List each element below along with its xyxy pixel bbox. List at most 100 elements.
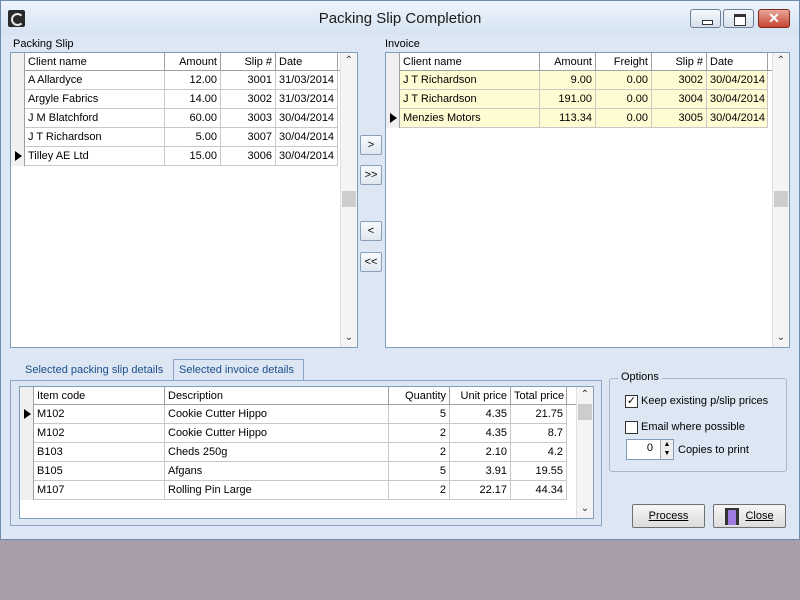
chevron-up-icon[interactable]: ▲ — [661, 440, 673, 449]
row-indicator[interactable] — [11, 90, 25, 109]
column-header[interactable]: Slip # — [221, 53, 276, 71]
current-row-arrow-icon[interactable] — [20, 405, 34, 424]
close-icon: ✕ — [768, 10, 780, 26]
table-cell: 3005 — [652, 109, 707, 128]
table-row[interactable]: B103 Cheds 250g 2 2.10 4.2 — [20, 443, 567, 462]
move-all-left-button[interactable]: << — [360, 252, 382, 272]
column-header[interactable]: Date — [276, 53, 338, 71]
row-indicator[interactable] — [386, 90, 400, 109]
row-indicator[interactable] — [20, 481, 34, 500]
row-indicator[interactable] — [20, 462, 34, 481]
table-cell: 2 — [389, 424, 450, 443]
current-row-arrow-icon[interactable] — [11, 147, 25, 166]
table-cell: 4.35 — [450, 424, 511, 443]
column-header[interactable]: Amount — [165, 53, 221, 71]
table-cell: Cookie Cutter Hippo — [165, 405, 389, 424]
table-row[interactable]: J T Richardson 9.00 0.00 3002 30/04/2014 — [386, 71, 768, 90]
table-row[interactable]: M102 Cookie Cutter Hippo 5 4.35 21.75 — [20, 405, 567, 424]
row-indicator[interactable] — [20, 424, 34, 443]
column-header[interactable]: Freight — [596, 53, 652, 71]
table-cell: 14.00 — [165, 90, 221, 109]
table-cell: 0.00 — [596, 71, 652, 90]
copies-value: 0 — [646, 442, 653, 454]
close-button[interactable]: Close — [713, 504, 786, 528]
column-header[interactable]: Description — [165, 387, 389, 405]
scroll-up-icon[interactable]: ⌃ — [577, 387, 593, 403]
vertical-scrollbar[interactable]: ⌃ ⌄ — [576, 387, 593, 518]
table-row[interactable]: J M Blatchford 60.00 3003 30/04/2014 — [11, 109, 338, 128]
table-row[interactable]: B105 Afgans 5 3.91 19.55 — [20, 462, 567, 481]
chevron-down-icon[interactable]: ▼ — [661, 449, 673, 458]
table-cell: 30/04/2014 — [276, 128, 338, 147]
table-cell: 2 — [389, 481, 450, 500]
move-one-left-button[interactable]: < — [360, 221, 382, 241]
column-header[interactable]: Client name — [400, 53, 540, 71]
move-one-right-button[interactable]: > — [360, 135, 382, 155]
scroll-thumb[interactable] — [342, 191, 356, 207]
process-button[interactable]: Process — [632, 504, 705, 528]
maximize-button[interactable] — [723, 9, 754, 28]
scroll-down-icon[interactable]: ⌄ — [773, 330, 789, 346]
table-row[interactable]: J T Richardson 191.00 0.00 3004 30/04/2014 — [386, 90, 768, 109]
table-row[interactable]: M102 Cookie Cutter Hippo 2 4.35 8.7 — [20, 424, 567, 443]
email-checkbox[interactable] — [625, 421, 638, 434]
table-cell: 0.00 — [596, 90, 652, 109]
scroll-thumb[interactable] — [774, 191, 788, 207]
packing-slip-grid[interactable]: Client name Amount Slip # Date A Allardyce 12… — [10, 52, 358, 348]
table-cell: 8.7 — [511, 424, 567, 443]
table-row[interactable]: J T Richardson 5.00 3007 30/04/2014 — [11, 128, 338, 147]
scroll-thumb[interactable] — [578, 404, 592, 420]
table-cell: A Allardyce — [25, 71, 165, 90]
row-indicator[interactable] — [386, 71, 400, 90]
table-cell: J T Richardson — [400, 90, 540, 109]
table-cell: Tilley AE Ltd — [25, 147, 165, 166]
table-cell: 31/03/2014 — [276, 90, 338, 109]
column-header[interactable]: Total price — [511, 387, 567, 405]
move-all-right-button[interactable]: >> — [360, 165, 382, 185]
keep-prices-checkbox[interactable]: ✓ — [625, 395, 638, 408]
close-button-label: Close — [745, 510, 774, 522]
column-header[interactable]: Item code — [34, 387, 165, 405]
table-cell: J T Richardson — [400, 71, 540, 90]
vertical-scrollbar[interactable]: ⌃ ⌄ — [340, 53, 357, 347]
current-row-arrow-icon[interactable] — [386, 109, 400, 128]
table-cell: B105 — [34, 462, 165, 481]
column-header[interactable]: Date — [707, 53, 768, 71]
column-header[interactable]: Amount — [540, 53, 596, 71]
table-row[interactable]: Menzies Motors 113.34 0.00 3005 30/04/2014 — [386, 109, 768, 128]
row-indicator[interactable] — [11, 128, 25, 147]
table-row[interactable]: Tilley AE Ltd 15.00 3006 30/04/2014 — [11, 147, 338, 166]
table-cell: 4.35 — [450, 405, 511, 424]
table-row[interactable]: A Allardyce 12.00 3001 31/03/2014 — [11, 71, 338, 90]
row-indicator[interactable] — [20, 443, 34, 462]
row-indicator[interactable] — [11, 71, 25, 90]
table-cell: 30/04/2014 — [276, 109, 338, 128]
table-cell: 0.00 — [596, 109, 652, 128]
header-indicator — [11, 53, 25, 71]
column-header[interactable]: Unit price — [450, 387, 511, 405]
scroll-down-icon[interactable]: ⌄ — [341, 330, 357, 346]
row-indicator[interactable] — [11, 109, 25, 128]
scroll-up-icon[interactable]: ⌃ — [341, 53, 357, 69]
table-row[interactable]: M107 Rolling Pin Large 2 22.17 44.34 — [20, 481, 567, 500]
invoice-details-grid[interactable]: Item code Description Quantity Unit price To… — [19, 386, 594, 519]
close-window-button[interactable]: ✕ — [758, 9, 790, 28]
scroll-down-icon[interactable]: ⌄ — [577, 501, 593, 517]
column-header[interactable]: Slip # — [652, 53, 707, 71]
door-exit-icon — [725, 507, 740, 525]
copies-stepper[interactable]: 0 ▲ ▼ — [626, 439, 674, 460]
grid-header: Client name Amount Freight Slip # Date — [386, 53, 772, 71]
column-header[interactable]: Quantity — [389, 387, 450, 405]
column-header[interactable]: Client name — [25, 53, 165, 71]
table-cell: 31/03/2014 — [276, 71, 338, 90]
table-cell: Menzies Motors — [400, 109, 540, 128]
tab-selected-packing-slip-details[interactable]: Selected packing slip details — [19, 359, 179, 381]
scroll-up-icon[interactable]: ⌃ — [773, 53, 789, 69]
invoice-grid[interactable]: Client name Amount Freight Slip # Date J T Ri… — [385, 52, 790, 348]
table-cell: 60.00 — [165, 109, 221, 128]
table-row[interactable]: Argyle Fabrics 14.00 3002 31/03/2014 — [11, 90, 338, 109]
vertical-scrollbar[interactable]: ⌃ ⌄ — [772, 53, 789, 347]
minimize-button[interactable] — [690, 9, 721, 28]
table-cell: 5 — [389, 405, 450, 424]
tab-selected-invoice-details[interactable]: Selected invoice details — [173, 359, 304, 381]
